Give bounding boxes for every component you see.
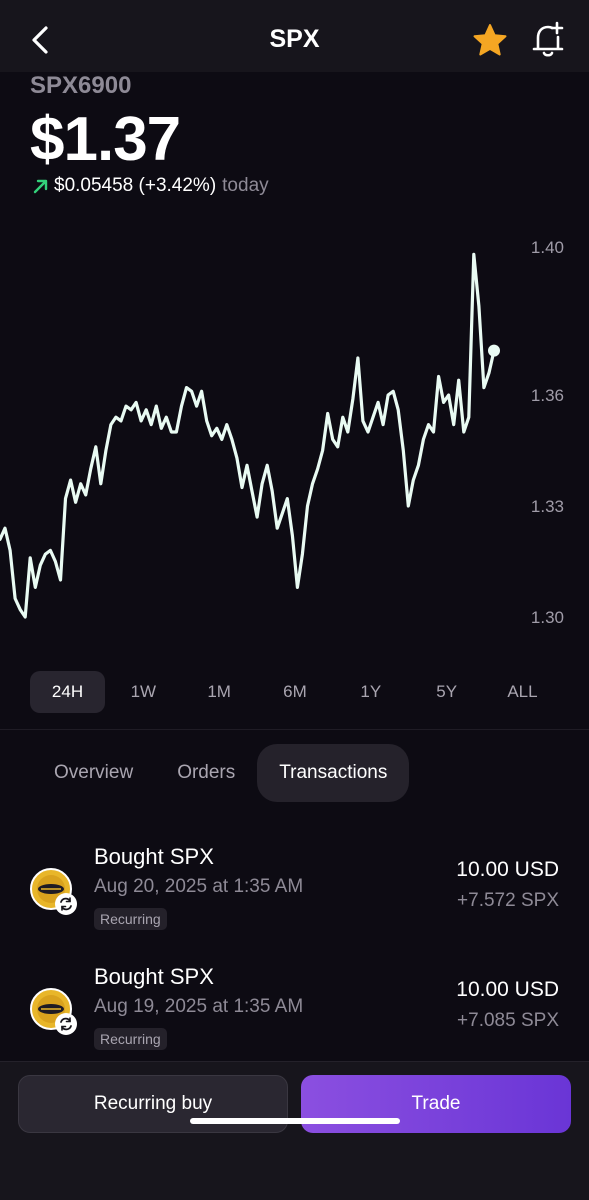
transaction-row[interactable]: Bought SPX Aug 19, 2025 at 1:35 AM Recur… [0, 962, 589, 1072]
transaction-title: Bought SPX [94, 844, 214, 869]
star-icon [473, 24, 507, 56]
price-line [0, 252, 496, 619]
transaction-amount: 10.00 USD [456, 978, 559, 1001]
asset-price: $1.37 [30, 105, 181, 174]
tab-overview[interactable]: Overview [32, 744, 155, 802]
range-all[interactable]: ALL [485, 671, 560, 713]
transaction-row[interactable]: Bought SPX Aug 20, 2025 at 1:35 AM Recur… [0, 842, 589, 952]
asset-ticker: SPX6900 [30, 72, 132, 99]
range-1m[interactable]: 1M [182, 671, 257, 713]
spx-coin-icon [30, 868, 77, 915]
change-period: today [222, 175, 269, 196]
bell-plus-icon [532, 21, 564, 57]
y-tick-label: 1.36 [531, 386, 564, 405]
transaction-date: Aug 20, 2025 at 1:35 AM [94, 876, 304, 897]
price-alert-button[interactable] [530, 20, 566, 60]
top-bar: SPX [0, 0, 589, 72]
transaction-amount: 10.00 USD [456, 858, 559, 881]
time-range-selector: 24H 1W 1M 6M 1Y 5Y ALL [30, 671, 560, 713]
section-tabs: Overview Orders Transactions [32, 744, 410, 802]
recurring-buy-button[interactable]: Recurring buy [18, 1075, 288, 1133]
divider [0, 729, 589, 730]
y-tick-label: 1.33 [531, 497, 564, 516]
range-5y[interactable]: 5Y [409, 671, 484, 713]
home-indicator[interactable] [190, 1118, 400, 1124]
range-24h[interactable]: 24H [30, 671, 105, 713]
transaction-quantity: +7.085 SPX [457, 1010, 559, 1031]
price-change: $0.05458 (+3.42%) today [32, 175, 269, 197]
bottom-action-bar: Recurring buy Trade [0, 1061, 589, 1200]
tab-orders[interactable]: Orders [155, 744, 257, 802]
transaction-title: Bought SPX [94, 964, 214, 989]
change-value: $0.05458 (+3.42%) [54, 175, 217, 196]
tab-transactions[interactable]: Transactions [257, 744, 410, 802]
transaction-quantity: +7.572 SPX [457, 890, 559, 911]
arrow-up-right-icon [33, 179, 48, 194]
y-tick-label: 1.30 [531, 608, 564, 627]
spx-coin-icon [30, 988, 77, 1035]
recurring-badge: Recurring [94, 1028, 167, 1050]
current-price-marker [488, 344, 500, 357]
transaction-date: Aug 19, 2025 at 1:35 AM [94, 996, 304, 1017]
range-1w[interactable]: 1W [106, 671, 181, 713]
range-1y[interactable]: 1Y [333, 671, 408, 713]
range-6m[interactable]: 6M [257, 671, 332, 713]
y-tick-label: 1.40 [531, 238, 564, 257]
trade-button[interactable]: Trade [301, 1075, 571, 1133]
favorite-button[interactable] [471, 22, 509, 60]
recurring-badge: Recurring [94, 908, 167, 930]
price-chart[interactable]: 1.40 1.36 1.33 1.30 [0, 215, 589, 655]
